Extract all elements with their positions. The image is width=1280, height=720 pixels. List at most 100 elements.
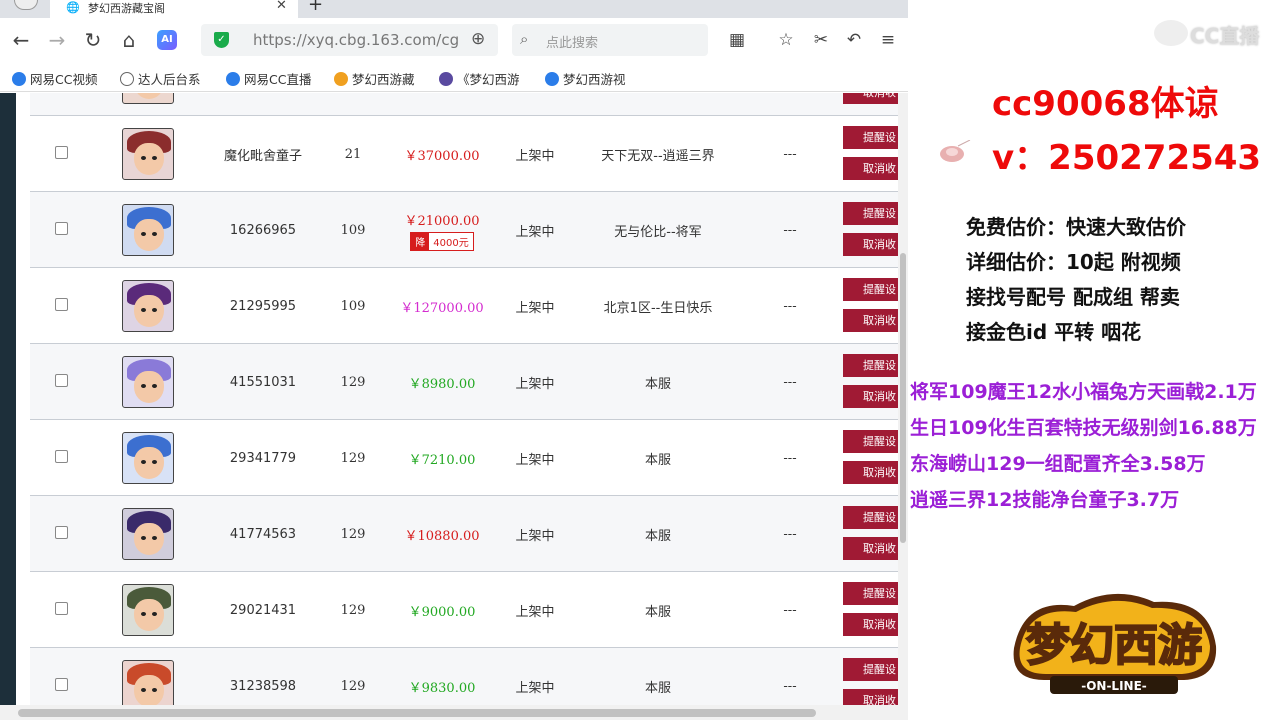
zoom-icon[interactable]: ⊕ (471, 29, 485, 49)
table-row: 41551031 129 ￥8980.00 上架中 本服 --- 提醒设 取消收 (30, 344, 903, 420)
bookmark-item[interactable]: 达人后台系 (120, 69, 201, 88)
character-name[interactable]: 29341779 (198, 420, 328, 496)
apps-grid-icon[interactable]: ▦ (726, 29, 748, 51)
character-avatar[interactable] (122, 280, 174, 332)
tab-bar: 🌐 梦幻西游藏宝阁 ✕ + (0, 0, 908, 18)
bookmark-item[interactable]: 梦幻西游视 (545, 69, 626, 88)
unfavorite-button[interactable]: 取消收 (843, 461, 903, 484)
price-cell: ￥9830.00 (382, 648, 502, 705)
avatar-face (134, 143, 164, 175)
select-checkbox[interactable] (55, 526, 68, 539)
favorites-icon[interactable]: ☆ (775, 29, 797, 51)
undo-icon[interactable]: ↶ (843, 29, 865, 51)
address-bar[interactable]: ✓ https://xyq.cbg.163.com/cg ⊕ (201, 24, 498, 56)
reminder-button[interactable]: 提醒设 (843, 506, 903, 529)
character-name[interactable]: 29021431 (198, 572, 328, 648)
unfavorite-button[interactable]: 取消收 (843, 689, 903, 705)
table-row: 29341779 129 ￥7210.00 上架中 本服 --- 提醒设 取消收 (30, 420, 903, 496)
tab-active[interactable]: 🌐 梦幻西游藏宝阁 ✕ (50, 0, 298, 18)
flower-icon (940, 140, 971, 162)
select-checkbox[interactable] (55, 146, 68, 159)
table-row: 16266965 109 ￥21000.00 降 4000元 上架中 无与伦比--将军 ---… (30, 192, 903, 268)
reminder-button[interactable]: 提醒设 (843, 354, 903, 377)
toolbar: ← → ↻ ⌂ AI ✓ https://xyq.cbg.163.com/cg … (0, 18, 908, 62)
character-name[interactable]: 41551031 (198, 344, 328, 420)
reminder-button[interactable]: 提醒设 (843, 278, 903, 301)
character-avatar[interactable] (122, 128, 174, 180)
unfavorite-button[interactable]: 取消收 (843, 233, 903, 256)
globe-icon: 🌐 (66, 1, 80, 14)
menu-icon[interactable]: ≡ (877, 29, 899, 51)
vertical-scrollbar[interactable] (898, 93, 908, 705)
character-avatar[interactable] (122, 93, 174, 104)
character-avatar[interactable] (122, 432, 174, 484)
select-checkbox[interactable] (55, 602, 68, 615)
reminder-button[interactable]: 提醒设 (843, 658, 903, 681)
character-avatar[interactable] (122, 204, 174, 256)
select-checkbox[interactable] (55, 678, 68, 691)
bookmark-item[interactable]: 网易CC视频 (12, 69, 97, 88)
price-value: ￥7210.00 (408, 452, 476, 468)
reminder-button[interactable]: 提醒设 (843, 430, 903, 453)
bookmark-item[interactable]: 梦幻西游藏 (334, 69, 415, 88)
app-menu-icon[interactable] (14, 0, 38, 10)
unfavorite-button[interactable]: 取消收 (843, 157, 903, 180)
reminder-button[interactable]: 提醒设 (843, 126, 903, 149)
listing-status: 上架中 (515, 224, 555, 240)
cc-cloud-icon (1154, 20, 1188, 46)
select-checkbox[interactable] (55, 298, 68, 311)
character-level: 21 (344, 146, 362, 162)
bookmark-item[interactable]: 网易CC直播 (226, 69, 311, 88)
scissors-icon[interactable]: ✂ (810, 29, 832, 51)
character-name[interactable]: 魔化毗舍童子 (198, 116, 328, 192)
refresh-icon[interactable]: ↻ (82, 29, 104, 51)
ai-assistant-icon[interactable]: AI (157, 30, 177, 50)
remark-cell: --- (783, 602, 797, 618)
cc-icon (12, 72, 26, 86)
character-name[interactable]: 16266965 (198, 192, 328, 268)
close-tab-icon[interactable]: ✕ (276, 0, 287, 13)
scroll-thumb[interactable] (900, 253, 906, 543)
character-avatar[interactable] (122, 584, 174, 636)
bookmark-item[interactable]: 《梦幻西游 (439, 69, 520, 88)
unfavorite-button[interactable]: 取消收 (843, 309, 903, 332)
avatar-eye (141, 232, 146, 236)
price-cell: ￥21000.00 降 4000元 (382, 192, 502, 268)
listing-status: 上架中 (515, 452, 555, 468)
avatar-face (134, 219, 164, 251)
character-level: 129 (340, 678, 366, 694)
back-icon[interactable]: ← (10, 29, 32, 51)
character-avatar[interactable] (122, 660, 174, 705)
unfavorite-button[interactable]: 取消收 (843, 93, 903, 104)
character-avatar[interactable] (122, 356, 174, 408)
select-checkbox[interactable] (55, 450, 68, 463)
avatar-eye (141, 156, 146, 160)
table-row: 21295995 109 ￥127000.00 上架中 北京1区--生日快乐 --- 提醒设… (30, 268, 903, 344)
character-name[interactable]: 21295995 (198, 268, 328, 344)
cc-icon (226, 72, 240, 86)
unfavorite-button[interactable]: 取消收 (843, 385, 903, 408)
avatar-eye (141, 384, 146, 388)
character-avatar[interactable] (122, 508, 174, 560)
table-row: 取消收 (30, 93, 903, 116)
reminder-button[interactable]: 提醒设 (843, 202, 903, 225)
character-name[interactable]: 41774563 (198, 496, 328, 572)
contact-wechat: v：250272543 (992, 138, 1262, 178)
unfavorite-button[interactable]: 取消收 (843, 537, 903, 560)
unfavorite-button[interactable]: 取消收 (843, 613, 903, 636)
search-box[interactable]: ⌕ 点此搜索 (512, 24, 708, 56)
reminder-button[interactable]: 提醒设 (843, 582, 903, 605)
scroll-thumb[interactable] (18, 709, 816, 717)
select-checkbox[interactable] (55, 374, 68, 387)
avatar-eye (141, 688, 146, 692)
character-name[interactable]: 31238598 (198, 648, 328, 705)
horizontal-scrollbar[interactable] (0, 705, 908, 720)
select-checkbox[interactable] (55, 222, 68, 235)
home-icon[interactable]: ⌂ (118, 29, 140, 51)
listing-status: 上架中 (515, 376, 555, 392)
forward-icon[interactable]: → (46, 29, 68, 51)
url-text[interactable]: https://xyq.cbg.163.com/cg (253, 31, 459, 49)
listing-status: 上架中 (515, 148, 555, 164)
new-tab-button[interactable]: + (308, 0, 323, 15)
avatar-eye (152, 156, 157, 160)
